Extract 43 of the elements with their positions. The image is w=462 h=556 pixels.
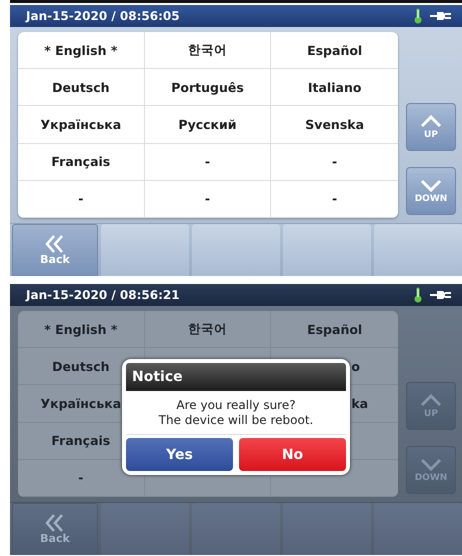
double-chevron-left-icon [45, 514, 65, 532]
toolbar-button[interactable] [101, 503, 189, 555]
toolbar-button[interactable] [101, 224, 189, 276]
thermometer-icon [414, 287, 422, 303]
thermometer-icon [414, 8, 422, 24]
language-option[interactable]: 한국어 [144, 32, 272, 70]
plug-icon [430, 10, 452, 22]
language-option[interactable]: Українська [18, 106, 145, 144]
toolbar-button[interactable] [283, 503, 371, 555]
chevron-down-icon [420, 458, 442, 470]
dialog-title: Notice [126, 363, 346, 391]
language-option[interactable]: - [271, 180, 398, 218]
language-option[interactable]: * English * [18, 32, 145, 70]
language-option[interactable]: Русский [144, 106, 272, 144]
chevron-down-icon [420, 178, 442, 192]
language-option[interactable]: Español [271, 311, 398, 348]
toolbar-button[interactable] [374, 503, 462, 555]
chevron-up-icon [420, 114, 442, 128]
dialog-message: The device will be reboot. [158, 413, 314, 428]
language-option[interactable]: Italiano [271, 69, 398, 106]
dialog-message: Are you really sure? [176, 398, 296, 413]
language-option[interactable]: - [18, 180, 145, 218]
language-option[interactable]: - [144, 180, 272, 218]
language-option[interactable]: Svenska [271, 106, 398, 144]
toolbar-button[interactable] [192, 503, 280, 555]
language-option[interactable]: Français [18, 144, 145, 181]
no-button[interactable]: No [239, 438, 346, 471]
language-option[interactable]: Deutsch [18, 69, 145, 106]
language-option[interactable]: 한국어 [144, 311, 272, 348]
date-time: Jan-15-2020 / 08:56:05 [26, 9, 181, 23]
date-time: Jan-15-2020 / 08:56:21 [26, 288, 181, 302]
toolbar-button[interactable] [283, 224, 371, 276]
language-option[interactable]: - [144, 144, 272, 181]
language-option[interactable]: - [271, 144, 398, 181]
plug-icon [430, 289, 452, 301]
yes-button[interactable]: Yes [126, 438, 233, 471]
chevron-up-icon [420, 394, 442, 406]
language-option[interactable]: * English * [18, 311, 145, 348]
language-option[interactable]: Português [144, 69, 272, 106]
language-option[interactable]: Español [271, 32, 398, 70]
toolbar-button[interactable] [374, 224, 462, 276]
double-chevron-left-icon [45, 234, 65, 252]
toolbar-button[interactable] [192, 224, 280, 276]
